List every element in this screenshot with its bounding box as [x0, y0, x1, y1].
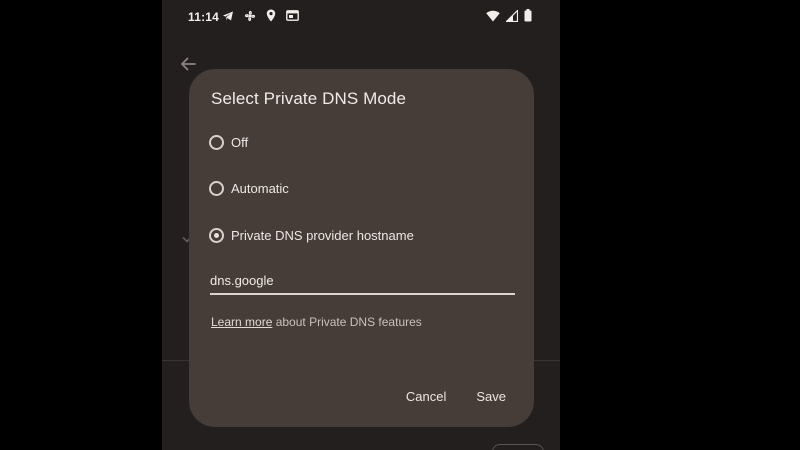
telegram-icon: [222, 10, 234, 22]
dialog-actions: Cancel Save: [406, 389, 506, 404]
dialog-title: Select Private DNS Mode: [211, 89, 407, 108]
cellular-signal-icon: [506, 9, 518, 22]
background-pill-button: [492, 444, 544, 450]
wifi-icon: [486, 10, 500, 22]
status-time: 11:14: [188, 10, 220, 24]
status-bar: 11:14: [162, 0, 560, 34]
battery-icon: [524, 9, 532, 22]
radio-provider-hostname[interactable]: [209, 227, 224, 243]
cancel-button[interactable]: Cancel: [406, 389, 446, 404]
status-left-icons: [222, 9, 299, 22]
location-icon: [266, 9, 276, 22]
back-arrow-icon[interactable]: [178, 54, 198, 74]
window-icon: [286, 10, 299, 21]
learn-more-text: Learn more about Private DNS features: [211, 315, 422, 329]
status-right-icons: [486, 9, 532, 22]
option-automatic[interactable]: Automatic: [209, 177, 289, 199]
option-label: Off: [231, 134, 249, 150]
option-off[interactable]: Off: [209, 131, 248, 153]
option-provider-hostname[interactable]: Private DNS provider hostname: [209, 224, 414, 246]
option-label: Private DNS provider hostname: [231, 227, 414, 243]
radio-off[interactable]: [209, 134, 224, 150]
learn-more-description: about Private DNS features: [272, 315, 422, 329]
fan-icon: [244, 10, 256, 22]
phone-screen: 11:14 Select Private DNS Mode Off Automa…: [162, 0, 560, 450]
save-button[interactable]: Save: [476, 389, 506, 404]
learn-more-link[interactable]: Learn more: [211, 315, 272, 329]
option-label: Automatic: [231, 180, 289, 196]
private-dns-dialog: Select Private DNS Mode Off Automatic Pr…: [189, 69, 534, 427]
hostname-input[interactable]: [210, 267, 515, 295]
radio-automatic[interactable]: [209, 180, 224, 196]
